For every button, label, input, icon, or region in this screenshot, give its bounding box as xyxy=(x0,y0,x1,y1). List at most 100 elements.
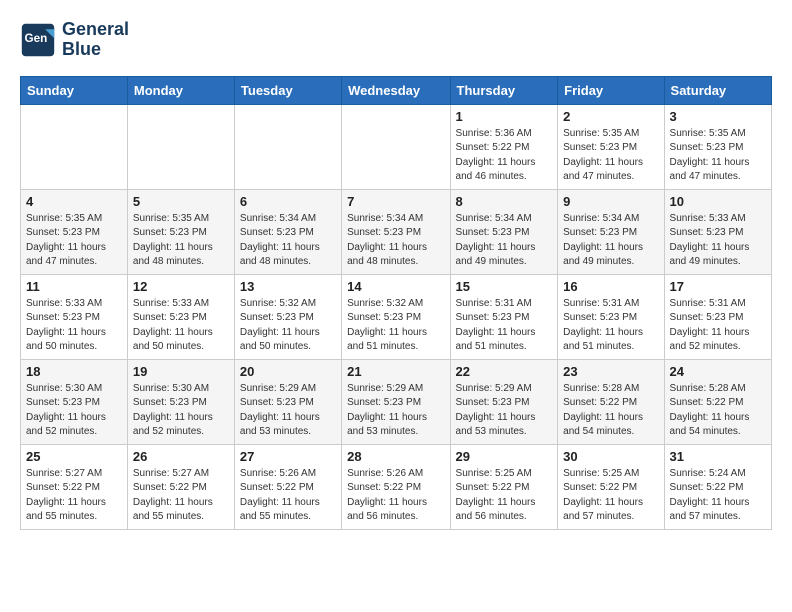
calendar-cell xyxy=(127,104,234,189)
day-info: Sunrise: 5:30 AM Sunset: 5:23 PM Dayligh… xyxy=(133,382,229,440)
logo-text: General Blue xyxy=(62,20,129,60)
day-number: 24 xyxy=(670,364,766,379)
day-info: Sunrise: 5:34 AM Sunset: 5:23 PM Dayligh… xyxy=(563,212,658,270)
day-info: Sunrise: 5:30 AM Sunset: 5:23 PM Dayligh… xyxy=(26,382,122,440)
day-number: 20 xyxy=(240,364,336,379)
day-number: 18 xyxy=(26,364,122,379)
day-info: Sunrise: 5:31 AM Sunset: 5:23 PM Dayligh… xyxy=(456,297,553,355)
day-info: Sunrise: 5:35 AM Sunset: 5:23 PM Dayligh… xyxy=(26,212,122,270)
day-number: 4 xyxy=(26,194,122,209)
logo-icon: Gen xyxy=(20,22,56,58)
day-number: 11 xyxy=(26,279,122,294)
day-number: 17 xyxy=(670,279,766,294)
calendar-cell xyxy=(21,104,128,189)
weekday-header: Friday xyxy=(558,76,664,104)
calendar-week-row: 18 Sunrise: 5:30 AM Sunset: 5:23 PM Dayli… xyxy=(21,359,772,444)
calendar-cell: 21 Sunrise: 5:29 AM Sunset: 5:23 PM Dayli… xyxy=(342,359,450,444)
day-number: 15 xyxy=(456,279,553,294)
calendar-cell: 19 Sunrise: 5:30 AM Sunset: 5:23 PM Dayli… xyxy=(127,359,234,444)
calendar-cell: 12 Sunrise: 5:33 AM Sunset: 5:23 PM Dayli… xyxy=(127,274,234,359)
calendar-cell: 17 Sunrise: 5:31 AM Sunset: 5:23 PM Dayli… xyxy=(664,274,771,359)
day-number: 5 xyxy=(133,194,229,209)
calendar-cell: 14Sunrise: 5:32 AM Sunset: 5:23 PM Dayli… xyxy=(342,274,450,359)
day-info: Sunrise: 5:27 AM Sunset: 5:22 PM Dayligh… xyxy=(26,467,122,525)
day-info: Sunrise: 5:34 AM Sunset: 5:23 PM Dayligh… xyxy=(347,212,444,270)
weekday-header: Monday xyxy=(127,76,234,104)
calendar-cell: 16Sunrise: 5:31 AM Sunset: 5:23 PM Dayli… xyxy=(558,274,664,359)
day-number: 8 xyxy=(456,194,553,209)
day-info: Sunrise: 5:34 AM Sunset: 5:23 PM Dayligh… xyxy=(240,212,336,270)
calendar-cell: 23Sunrise: 5:28 AM Sunset: 5:22 PM Dayli… xyxy=(558,359,664,444)
day-info: Sunrise: 5:29 AM Sunset: 5:23 PM Dayligh… xyxy=(240,382,336,440)
day-number: 30 xyxy=(563,449,658,464)
calendar-cell: 4 Sunrise: 5:35 AM Sunset: 5:23 PM Daylig… xyxy=(21,189,128,274)
day-info: Sunrise: 5:35 AM Sunset: 5:23 PM Dayligh… xyxy=(670,127,766,185)
day-info: Sunrise: 5:32 AM Sunset: 5:23 PM Dayligh… xyxy=(347,297,444,355)
day-number: 3 xyxy=(670,109,766,124)
day-info: Sunrise: 5:35 AM Sunset: 5:23 PM Dayligh… xyxy=(133,212,229,270)
calendar-week-row: 25 Sunrise: 5:27 AM Sunset: 5:22 PM Dayli… xyxy=(21,444,772,529)
calendar-cell: 13Sunrise: 5:32 AM Sunset: 5:23 PM Dayli… xyxy=(234,274,341,359)
calendar-cell: 25 Sunrise: 5:27 AM Sunset: 5:22 PM Dayli… xyxy=(21,444,128,529)
day-number: 2 xyxy=(563,109,658,124)
day-number: 26 xyxy=(133,449,229,464)
page-header: Gen General Blue xyxy=(20,20,772,60)
calendar-cell: 5 Sunrise: 5:35 AM Sunset: 5:23 PM Daylig… xyxy=(127,189,234,274)
calendar-cell: 18 Sunrise: 5:30 AM Sunset: 5:23 PM Dayli… xyxy=(21,359,128,444)
day-info: Sunrise: 5:33 AM Sunset: 5:23 PM Dayligh… xyxy=(133,297,229,355)
day-number: 9 xyxy=(563,194,658,209)
calendar-cell: 8 Sunrise: 5:34 AM Sunset: 5:23 PM Daylig… xyxy=(450,189,558,274)
weekday-header: Thursday xyxy=(450,76,558,104)
weekday-header: Sunday xyxy=(21,76,128,104)
calendar-cell: 15 Sunrise: 5:31 AM Sunset: 5:23 PM Dayli… xyxy=(450,274,558,359)
day-info: Sunrise: 5:26 AM Sunset: 5:22 PM Dayligh… xyxy=(347,467,444,525)
day-info: Sunrise: 5:33 AM Sunset: 5:23 PM Dayligh… xyxy=(26,297,122,355)
day-info: Sunrise: 5:24 AM Sunset: 5:22 PM Dayligh… xyxy=(670,467,766,525)
calendar-cell: 10 Sunrise: 5:33 AM Sunset: 5:23 PM Dayli… xyxy=(664,189,771,274)
calendar-cell: 9 Sunrise: 5:34 AM Sunset: 5:23 PM Daylig… xyxy=(558,189,664,274)
day-info: Sunrise: 5:28 AM Sunset: 5:22 PM Dayligh… xyxy=(670,382,766,440)
weekday-header: Saturday xyxy=(664,76,771,104)
calendar-cell xyxy=(234,104,341,189)
day-info: Sunrise: 5:35 AM Sunset: 5:23 PM Dayligh… xyxy=(563,127,658,185)
calendar-cell: 20 Sunrise: 5:29 AM Sunset: 5:23 PM Dayli… xyxy=(234,359,341,444)
calendar-cell: 26 Sunrise: 5:27 AM Sunset: 5:22 PM Dayli… xyxy=(127,444,234,529)
day-number: 19 xyxy=(133,364,229,379)
calendar-header-row: SundayMondayTuesdayWednesdayThursdayFrid… xyxy=(21,76,772,104)
day-number: 22 xyxy=(456,364,553,379)
day-info: Sunrise: 5:34 AM Sunset: 5:23 PM Dayligh… xyxy=(456,212,553,270)
weekday-header: Wednesday xyxy=(342,76,450,104)
day-info: Sunrise: 5:28 AM Sunset: 5:22 PM Dayligh… xyxy=(563,382,658,440)
day-info: Sunrise: 5:27 AM Sunset: 5:22 PM Dayligh… xyxy=(133,467,229,525)
day-number: 1 xyxy=(456,109,553,124)
calendar-cell: 2 Sunrise: 5:35 AM Sunset: 5:23 PM Daylig… xyxy=(558,104,664,189)
day-number: 21 xyxy=(347,364,444,379)
calendar-week-row: 11 Sunrise: 5:33 AM Sunset: 5:23 PM Dayli… xyxy=(21,274,772,359)
calendar-week-row: 4 Sunrise: 5:35 AM Sunset: 5:23 PM Daylig… xyxy=(21,189,772,274)
day-info: Sunrise: 5:31 AM Sunset: 5:23 PM Dayligh… xyxy=(563,297,658,355)
day-number: 31 xyxy=(670,449,766,464)
calendar-cell: 7Sunrise: 5:34 AM Sunset: 5:23 PM Daylig… xyxy=(342,189,450,274)
day-number: 12 xyxy=(133,279,229,294)
day-number: 29 xyxy=(456,449,553,464)
day-info: Sunrise: 5:36 AM Sunset: 5:22 PM Dayligh… xyxy=(456,127,553,185)
calendar-cell: 30Sunrise: 5:25 AM Sunset: 5:22 PM Dayli… xyxy=(558,444,664,529)
calendar-week-row: 1 Sunrise: 5:36 AM Sunset: 5:22 PM Daylig… xyxy=(21,104,772,189)
day-info: Sunrise: 5:33 AM Sunset: 5:23 PM Dayligh… xyxy=(670,212,766,270)
day-number: 27 xyxy=(240,449,336,464)
day-number: 25 xyxy=(26,449,122,464)
day-number: 28 xyxy=(347,449,444,464)
calendar-cell: 31 Sunrise: 5:24 AM Sunset: 5:22 PM Dayli… xyxy=(664,444,771,529)
calendar-cell: 6 Sunrise: 5:34 AM Sunset: 5:23 PM Daylig… xyxy=(234,189,341,274)
calendar-cell: 1 Sunrise: 5:36 AM Sunset: 5:22 PM Daylig… xyxy=(450,104,558,189)
svg-text:Gen: Gen xyxy=(25,32,48,45)
calendar-cell: 3 Sunrise: 5:35 AM Sunset: 5:23 PM Daylig… xyxy=(664,104,771,189)
day-info: Sunrise: 5:31 AM Sunset: 5:23 PM Dayligh… xyxy=(670,297,766,355)
calendar-cell: 28 Sunrise: 5:26 AM Sunset: 5:22 PM Dayli… xyxy=(342,444,450,529)
calendar-cell: 24 Sunrise: 5:28 AM Sunset: 5:22 PM Dayli… xyxy=(664,359,771,444)
calendar-cell: 27Sunrise: 5:26 AM Sunset: 5:22 PM Dayli… xyxy=(234,444,341,529)
day-info: Sunrise: 5:29 AM Sunset: 5:23 PM Dayligh… xyxy=(347,382,444,440)
day-number: 10 xyxy=(670,194,766,209)
day-number: 6 xyxy=(240,194,336,209)
weekday-header: Tuesday xyxy=(234,76,341,104)
